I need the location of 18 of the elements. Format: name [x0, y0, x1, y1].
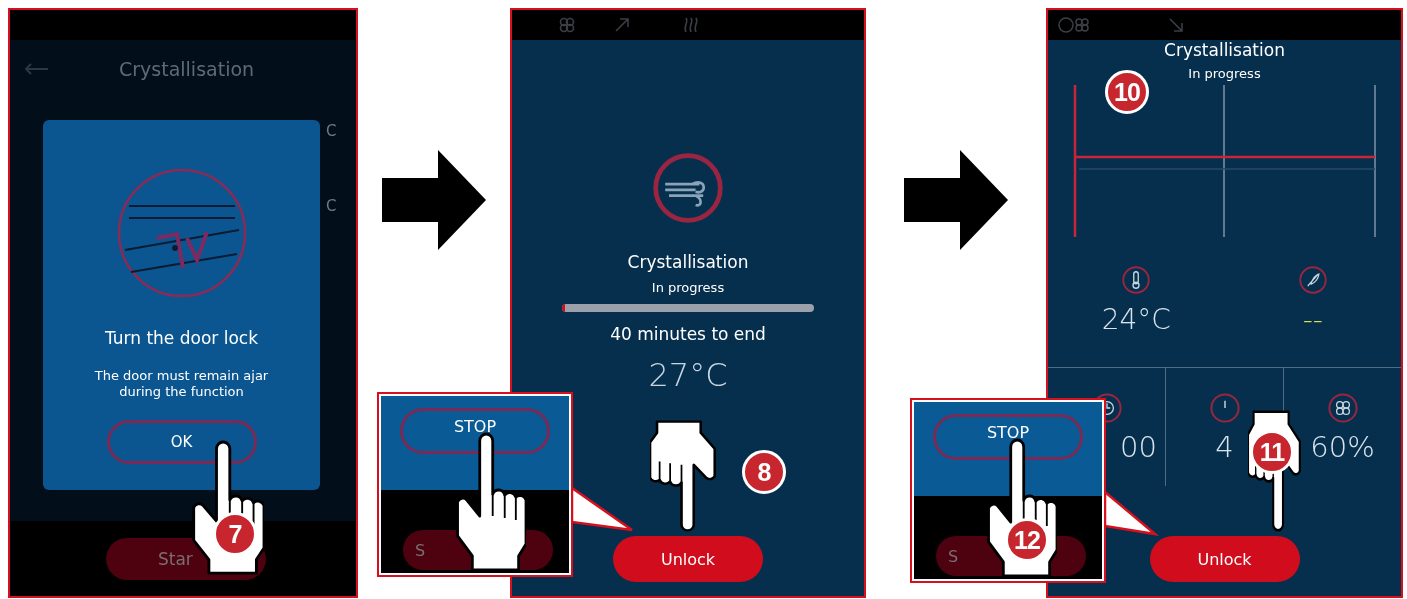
screen-title: Crystallisation: [119, 58, 255, 80]
temperature-value: 27°C: [648, 356, 728, 394]
status-text: In progress: [1188, 66, 1261, 81]
value-fragment: C: [326, 122, 337, 140]
dialog-message: The door must remain ajar during the function: [93, 368, 270, 400]
setting-value: 00: [1120, 430, 1157, 464]
setting-value: 4: [1215, 430, 1234, 464]
reading-value: 24°C: [1101, 303, 1171, 336]
function-title: Crystallisation: [627, 252, 749, 272]
dialog-heading: Turn the door lock: [104, 328, 259, 348]
remaining-time: 40 minutes to end: [610, 324, 766, 344]
unlock-button[interactable]: Unlock: [613, 536, 763, 582]
unlock-button[interactable]: Unlock: [1149, 536, 1300, 582]
reading-value: --: [1302, 303, 1323, 336]
value-fragment: C: [326, 197, 337, 215]
status-text: In progress: [651, 280, 725, 295]
function-title: Crystallisation: [1164, 40, 1285, 60]
setting-value: 60%: [1310, 430, 1375, 464]
